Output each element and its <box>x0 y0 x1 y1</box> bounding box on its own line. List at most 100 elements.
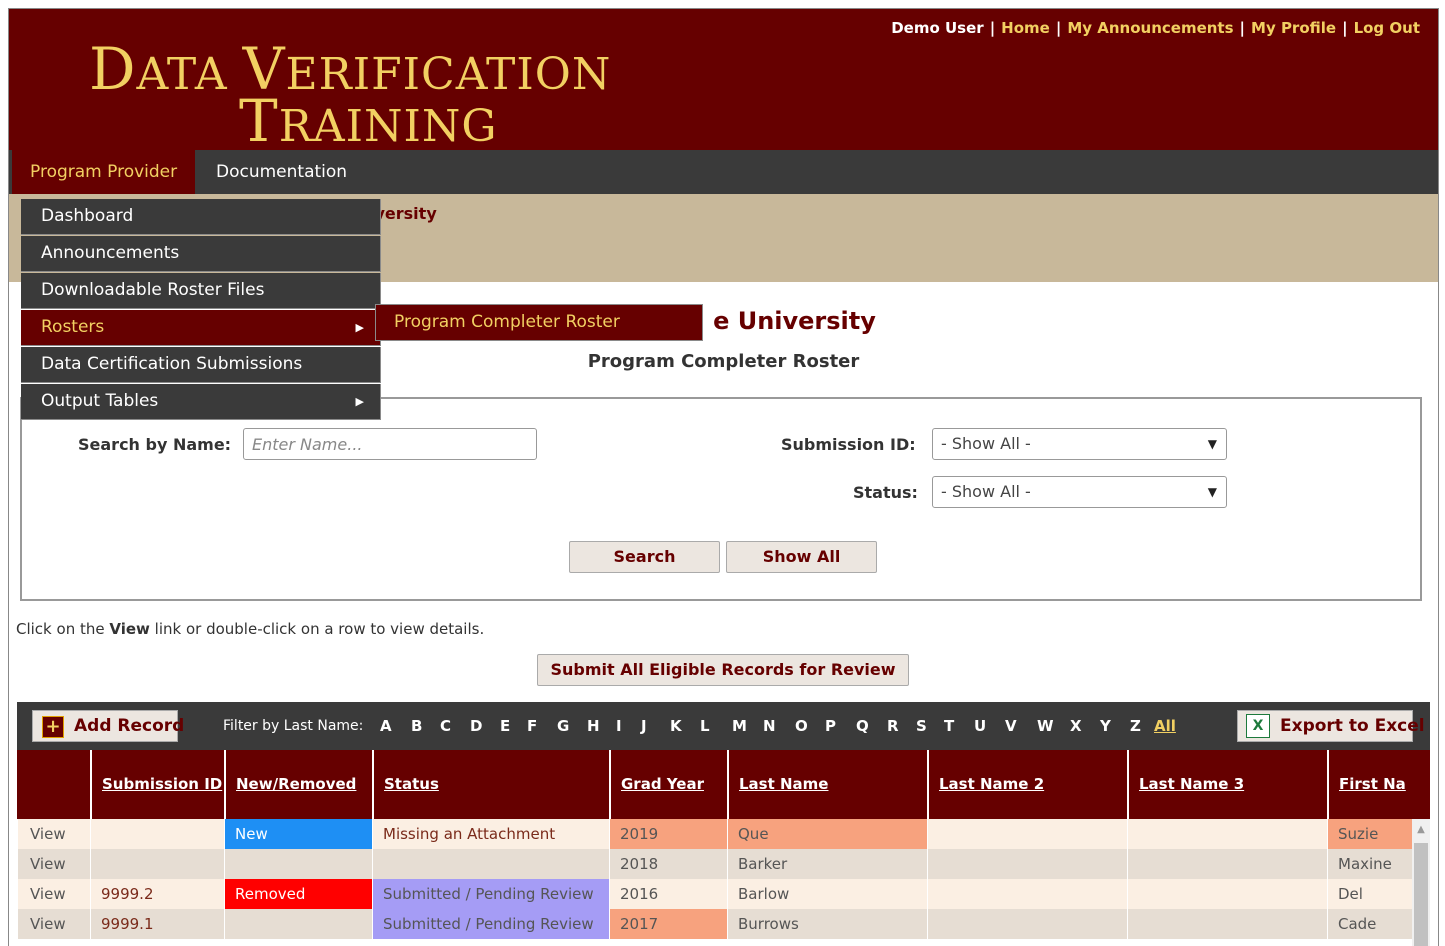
menu-item-label: Downloadable Roster Files <box>41 280 265 300</box>
column-header-status[interactable]: Status <box>372 750 609 819</box>
menu-item-data-certification-submissions[interactable]: Data Certification Submissions <box>21 347 381 383</box>
status-label: Status: <box>853 483 918 502</box>
my-profile-link[interactable]: My Profile <box>1251 19 1336 37</box>
column-header-last-name[interactable]: Last Name <box>727 750 927 819</box>
status-value: - Show All - <box>941 482 1031 501</box>
filter-letter-q[interactable]: Q <box>856 702 869 750</box>
scroll-up-icon[interactable]: ▲ <box>1412 819 1430 841</box>
submit-all-button[interactable]: Submit All Eligible Records for Review <box>537 654 909 686</box>
menu-item-label: Dashboard <box>41 206 134 226</box>
filter-letter-b[interactable]: B <box>411 702 422 750</box>
add-record-button[interactable]: + Add Record <box>32 710 184 742</box>
cell-grad-year: 2016 <box>609 879 727 909</box>
link-separator: | <box>989 19 996 37</box>
menu-item-downloadable-roster-files[interactable]: Downloadable Roster Files <box>21 273 381 309</box>
plus-icon: + <box>42 716 64 738</box>
view-link[interactable]: View <box>17 909 90 939</box>
cell-last-name-2 <box>927 819 1127 849</box>
filter-letter-s[interactable]: S <box>916 702 927 750</box>
filter-letter-h[interactable]: H <box>587 702 600 750</box>
view-link[interactable]: View <box>17 819 90 849</box>
main-nav: Program Provider Documentation <box>9 150 1438 194</box>
filter-letter-l[interactable]: L <box>700 702 710 750</box>
hint-view-word: View <box>109 620 150 638</box>
filter-letter-d[interactable]: D <box>470 702 482 750</box>
logo-text: ATA <box>136 49 243 100</box>
cell-status: Missing an Attachment <box>372 819 609 849</box>
filter-letter-j[interactable]: J <box>641 702 647 750</box>
search-name-input[interactable] <box>243 428 537 460</box>
column-header-grad-year[interactable]: Grad Year <box>609 750 727 819</box>
my-announcements-link[interactable]: My Announcements <box>1067 19 1233 37</box>
filter-letter-x[interactable]: X <box>1070 702 1082 750</box>
filter-letter-u[interactable]: U <box>974 702 986 750</box>
logo-text: RAINING <box>278 101 498 152</box>
cell-grad-year: 2018 <box>609 849 727 879</box>
logo-cap: D <box>89 35 137 103</box>
filter-letter-t[interactable]: T <box>944 702 954 750</box>
show-all-button[interactable]: Show All <box>726 541 877 573</box>
grid-scrollbar[interactable]: ▲ <box>1412 819 1430 946</box>
filter-letter-n[interactable]: N <box>763 702 776 750</box>
menu-item-dashboard[interactable]: Dashboard <box>21 199 381 235</box>
submenu-item-program-completer-roster[interactable]: Program Completer Roster <box>375 304 703 341</box>
filter-letter-w[interactable]: W <box>1037 702 1054 750</box>
log-out-link[interactable]: Log Out <box>1354 19 1420 37</box>
menu-item-announcements[interactable]: Announcements <box>21 236 381 272</box>
filter-letter-y[interactable]: Y <box>1100 702 1111 750</box>
caret-down-icon: ▼ <box>1207 437 1217 451</box>
filter-letter-all[interactable]: All <box>1154 702 1176 750</box>
filter-letter-g[interactable]: G <box>557 702 569 750</box>
search-button[interactable]: Search <box>569 541 720 573</box>
table-row[interactable]: View 9999.1 Submitted / Pending Review 2017… <box>17 909 1412 939</box>
logo-cap: T <box>239 87 279 155</box>
column-header-last-name-2[interactable]: Last Name 2 <box>927 750 1127 819</box>
submission-id-select[interactable]: - Show All - ▼ <box>932 428 1227 460</box>
menu-item-rosters[interactable]: Rosters ▶ <box>21 310 381 346</box>
filter-letter-k[interactable]: K <box>670 702 682 750</box>
column-header-first-name[interactable]: First Na <box>1327 750 1430 819</box>
filter-letter-p[interactable]: P <box>825 702 836 750</box>
export-excel-button[interactable]: X Export to Excel <box>1237 710 1425 742</box>
export-excel-label: Export to Excel <box>1280 716 1425 736</box>
filter-letter-m[interactable]: M <box>732 702 747 750</box>
view-link[interactable]: View <box>17 879 90 909</box>
menu-item-label: Announcements <box>41 243 180 263</box>
filter-letter-c[interactable]: C <box>440 702 451 750</box>
table-row[interactable]: View 9999.2 Removed Submitted / Pending Rev… <box>17 879 1412 909</box>
menu-item-output-tables[interactable]: Output Tables ▶ <box>21 384 381 420</box>
scroll-thumb[interactable] <box>1414 843 1428 946</box>
cell-grad-year: 2017 <box>609 909 727 939</box>
table-row[interactable]: View New Missing an Attachment 2019 Que Suzie <box>17 819 1412 849</box>
app-frame: DATA VERIFICATION TRAINING Demo User | Hom… <box>8 8 1439 946</box>
nav-program-provider[interactable]: Program Provider <box>12 150 196 194</box>
search-name-label: Search by Name: <box>78 435 232 454</box>
column-header-last-name-3[interactable]: Last Name 3 <box>1127 750 1327 819</box>
nav-documentation[interactable]: Documentation <box>198 150 365 194</box>
top-links: Demo User | Home | My Announcements | My Profi… <box>891 19 1420 37</box>
cell-submission-id: 9999.2 <box>90 879 224 909</box>
filter-letter-f[interactable]: F <box>527 702 537 750</box>
filter-letter-e[interactable]: E <box>500 702 510 750</box>
filter-letter-z[interactable]: Z <box>1130 702 1141 750</box>
cell-last-name: Burrows <box>727 909 927 939</box>
filter-letter-r[interactable]: R <box>887 702 899 750</box>
filter-letter-a[interactable]: A <box>380 702 392 750</box>
page-title-text: e University <box>713 307 876 335</box>
hint-text: link or double-click on a row to view de… <box>149 620 485 638</box>
cell-first-name: Cade <box>1327 909 1412 939</box>
site-header: DATA VERIFICATION TRAINING Demo User | Hom… <box>9 9 1438 152</box>
filter-letter-v[interactable]: V <box>1005 702 1017 750</box>
column-header-new-removed[interactable]: New/Removed <box>224 750 372 819</box>
view-link[interactable]: View <box>17 849 90 879</box>
filter-letter-i[interactable]: I <box>616 702 622 750</box>
status-select[interactable]: - Show All - ▼ <box>932 476 1227 508</box>
home-link[interactable]: Home <box>1001 19 1050 37</box>
table-row[interactable]: View 2018 Barker Maxine <box>17 849 1412 879</box>
current-user: Demo User <box>891 19 984 37</box>
link-separator: | <box>1239 19 1246 37</box>
cell-first-name: Suzie <box>1327 819 1412 849</box>
view-hint: Click on the View link or double-click o… <box>16 620 484 638</box>
column-header-submission-id[interactable]: Submission ID <box>90 750 224 819</box>
filter-letter-o[interactable]: O <box>795 702 808 750</box>
